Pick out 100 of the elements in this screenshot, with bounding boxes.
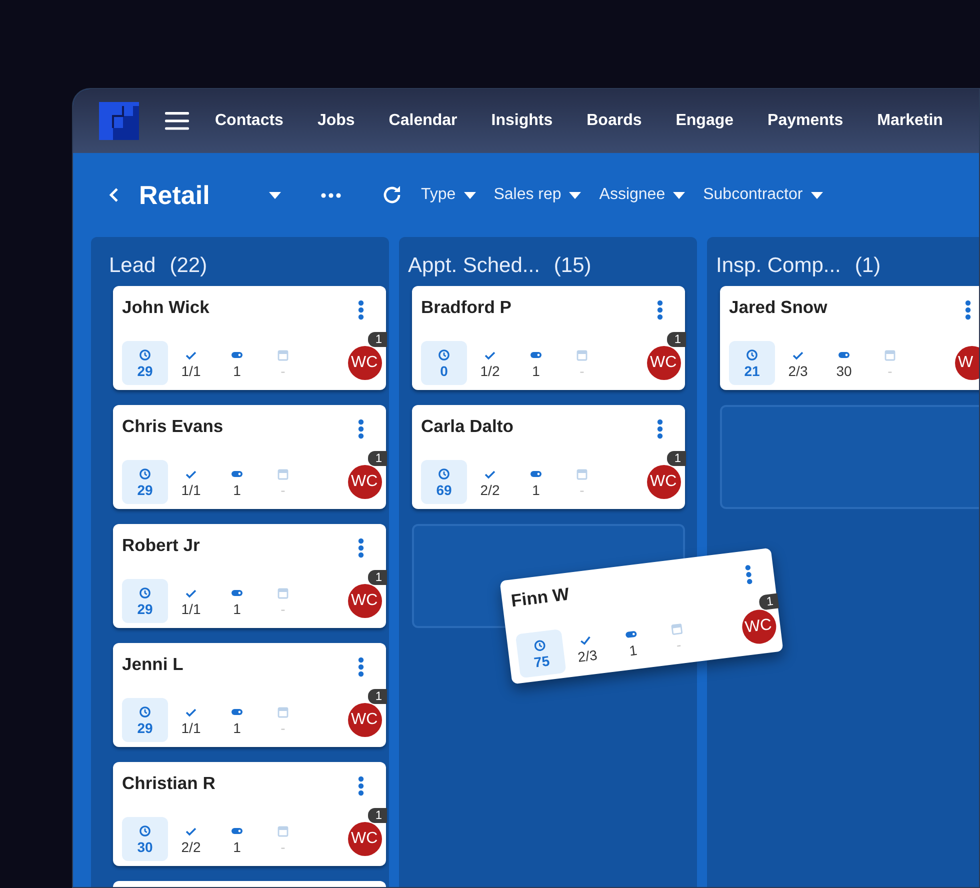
stat-value: 1/1 [181, 602, 201, 616]
stat-value: 0 [440, 364, 448, 378]
calendar-icon [576, 348, 588, 360]
caret-down-icon [810, 192, 823, 198]
nav-link[interactable]: Boards [586, 105, 642, 137]
count-badge: 1 [368, 570, 387, 585]
card-name: Carla Dalto [421, 415, 514, 438]
stat-value: 1 [233, 602, 241, 616]
kebab-icon [358, 418, 364, 439]
nav-link[interactable]: Insights [491, 105, 553, 137]
stat-value: 1 [532, 482, 540, 496]
kebab-icon [358, 776, 364, 796]
caret-down-icon [673, 192, 686, 198]
stat-value: 1/2 [480, 364, 500, 378]
kebab-icon [744, 564, 753, 585]
stat-value: 1/1 [181, 482, 201, 496]
more-button[interactable] [319, 190, 343, 200]
stat-value: - [580, 482, 584, 496]
nav-link[interactable]: Contacts [215, 105, 284, 137]
lead-card[interactable]: Jared Snow 21 2/3 30 - W [720, 286, 979, 390]
clock-icon [139, 706, 151, 718]
stat-value: 29 [137, 482, 153, 496]
chevron-left-icon [109, 187, 119, 203]
card-name: Jenni L [122, 653, 184, 676]
stat-value: 1 [233, 364, 241, 378]
board-title: Retail [139, 178, 211, 212]
stat-value: 30 [836, 364, 852, 378]
clock-icon [139, 348, 151, 360]
avatar: WC [348, 584, 382, 618]
kebab-icon [358, 656, 364, 677]
board-dropdown[interactable] [267, 190, 283, 200]
stat-value: - [676, 636, 682, 652]
caret-down-icon [464, 192, 476, 198]
stat-value: 2/2 [480, 482, 500, 496]
clock-icon [139, 824, 151, 836]
stat-value: 29 [137, 364, 153, 378]
calendar-icon [670, 622, 684, 635]
count-badge: 1 [368, 451, 387, 466]
calendar-icon [884, 348, 896, 360]
stat-value: 1 [233, 720, 241, 734]
calendar-icon [576, 468, 588, 480]
column-count: (1) [854, 252, 881, 279]
clock-icon [533, 638, 546, 652]
count-badge: 1 [667, 451, 686, 466]
card-name: John Wick [122, 296, 210, 319]
stat-value: 1/1 [181, 720, 201, 734]
stat-value: 2/3 [788, 364, 808, 378]
lead-card[interactable]: Christian R 30 2/2 1 - WC 1 [113, 762, 386, 866]
lead-card[interactable]: Chris Evans 29 1/1 1 - WC 1 [113, 405, 386, 509]
lead-card[interactable]: Robert Jr 29 1/1 1 - WC 1 [113, 524, 386, 628]
lead-card[interactable]: Carla Dalto 69 2/2 1 - WC 1 [412, 405, 685, 509]
count-badge: 1 [368, 808, 387, 823]
lead-card[interactable]: Jenni L 29 1/1 1 - WC 1 [113, 643, 386, 747]
count-badge: 1 [368, 689, 387, 704]
kebab-icon [358, 538, 364, 558]
avatar: WC [740, 608, 778, 646]
menu-button[interactable] [163, 110, 191, 132]
calendar-icon [277, 348, 289, 360]
clock-icon [438, 468, 450, 480]
calendar-icon [277, 586, 289, 598]
calendar-icon [277, 824, 289, 836]
card-name: Jared Snow [729, 296, 828, 319]
card-name: Finn W [510, 582, 571, 613]
filter-dropdown[interactable]: Sales rep [494, 181, 582, 209]
stat-value: - [280, 364, 286, 378]
app-logo [99, 102, 139, 140]
count-badge: 1 [368, 332, 387, 347]
nav-link[interactable]: Payments [768, 105, 844, 137]
card-name: Christian R [122, 772, 216, 795]
filter-dropdown[interactable]: Subcontractor [703, 181, 823, 209]
column-title: Insp. Comp... [716, 252, 841, 279]
calendar-icon [277, 468, 289, 480]
stat-value: 1 [233, 482, 241, 496]
stat-value: 1 [628, 642, 638, 658]
filter-dropdown[interactable]: Assignee [599, 181, 686, 209]
kebab-icon [657, 300, 663, 320]
refresh-icon [381, 184, 403, 206]
avatar: WC [348, 465, 382, 499]
stat-value: - [280, 720, 286, 734]
column-count: (15) [554, 252, 592, 279]
nav-link[interactable]: Engage [676, 105, 734, 137]
filter-dropdown[interactable]: Type [421, 181, 476, 209]
stat-value: 2/3 [576, 647, 598, 664]
clock-icon [438, 348, 450, 360]
nav-link[interactable]: Marketin [877, 105, 943, 137]
clock-icon [746, 348, 758, 360]
stat-value: 1/1 [181, 364, 201, 378]
avatar: WC [348, 822, 382, 856]
lead-card[interactable]: John Wick 29 1/1 1 - WC 1 [113, 286, 386, 390]
column-title: Lead [109, 252, 156, 279]
nav-link[interactable]: Jobs [317, 105, 355, 137]
lead-card[interactable]: Bradford P 0 1/2 1 - WC 1 [412, 286, 685, 390]
nav-link[interactable]: Calendar [388, 105, 458, 137]
avatar: WC [647, 465, 681, 499]
caret-down-icon [269, 192, 281, 198]
avatar: W [955, 346, 979, 380]
calendar-icon [277, 706, 289, 718]
avatar: WC [348, 703, 382, 737]
stat-value: 21 [744, 364, 760, 378]
count-badge: 1 [758, 593, 780, 610]
